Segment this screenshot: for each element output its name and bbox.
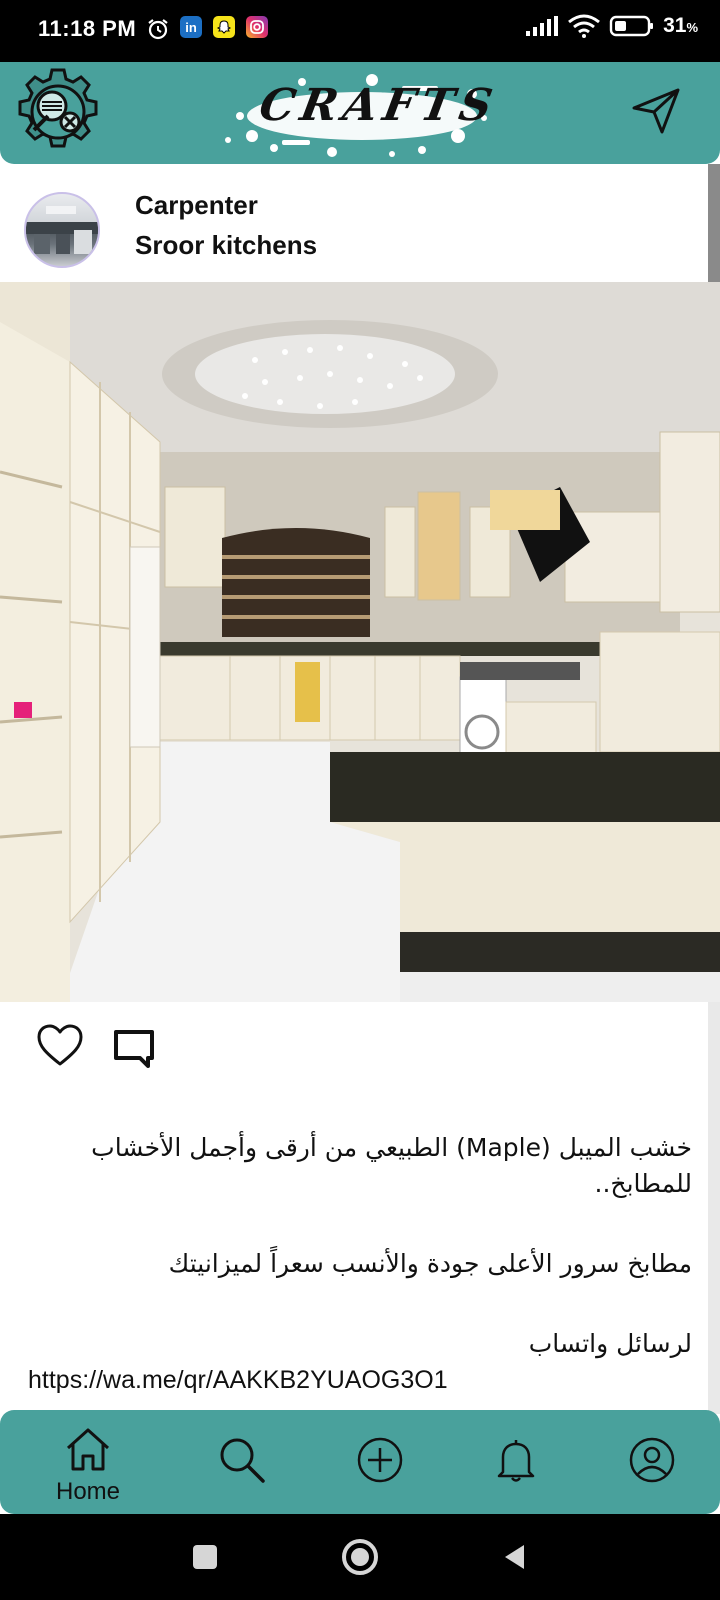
crafts-gear-logo-icon[interactable] [12, 66, 104, 158]
battery-percent: 31% [663, 14, 698, 37]
search-icon [220, 1438, 265, 1483]
square-icon [193, 1545, 217, 1569]
status-right: 31% [525, 14, 698, 38]
author-name[interactable]: Sroor kitchens [135, 230, 317, 261]
nav-home-label: Home [55, 1478, 121, 1505]
nav-notifications[interactable] [444, 1410, 588, 1514]
post-author[interactable]: Carpenter Sroor kitchens [0, 164, 708, 282]
instagram-icon [246, 16, 268, 38]
system-nav-bar [0, 1514, 720, 1600]
nav-home[interactable]: Home [16, 1410, 160, 1514]
signal-icon [526, 16, 559, 36]
home-icon [66, 1428, 110, 1471]
home-system-button[interactable] [335, 1532, 385, 1582]
nav-profile[interactable] [580, 1410, 720, 1514]
back-triangle-icon [505, 1545, 524, 1569]
comment-icon[interactable] [112, 1026, 156, 1070]
caption-line-3: لرسائل واتساب [528, 1329, 692, 1358]
bell-icon [497, 1440, 535, 1482]
wifi-icon [568, 14, 601, 38]
back-button[interactable] [490, 1532, 540, 1582]
post-photo[interactable] [0, 282, 720, 1002]
avatar[interactable] [24, 192, 100, 268]
battery-icon [609, 15, 654, 37]
nav-add-post[interactable] [308, 1410, 452, 1514]
app-header: CRAFTS [0, 62, 720, 164]
status-time: 11:18 PM [38, 16, 137, 41]
circle-home-icon [342, 1539, 378, 1575]
snapchat-icon [213, 16, 235, 38]
profile-icon [629, 1437, 675, 1483]
add-circle-icon [357, 1437, 403, 1483]
send-icon[interactable] [628, 82, 684, 138]
recents-button[interactable] [180, 1532, 230, 1582]
caption-line-2: مطابخ سرور الأعلى جودة والأنسب سعراً لمي… [168, 1249, 692, 1278]
status-bar: 11:18 PM in 31% [0, 0, 720, 62]
kitchen-photo [0, 282, 720, 1002]
like-heart-icon[interactable] [36, 1022, 84, 1070]
alarm-icon [148, 19, 168, 40]
linkedin-icon: in [180, 16, 202, 38]
brand-title: CRAFTS [255, 80, 502, 131]
caption-link[interactable]: https://wa.me/qr/AAKKB2YUAOG3O1 [28, 1362, 692, 1398]
author-role: Carpenter [135, 190, 258, 220]
post-caption: خشب الميبل (Maple) الطبيعي من أرقى وأجمل… [28, 1130, 692, 1398]
nav-search[interactable] [170, 1410, 314, 1514]
bottom-nav: Home [0, 1410, 720, 1514]
caption-line-1: خشب الميبل (Maple) الطبيعي من أرقى وأجمل… [91, 1133, 692, 1198]
